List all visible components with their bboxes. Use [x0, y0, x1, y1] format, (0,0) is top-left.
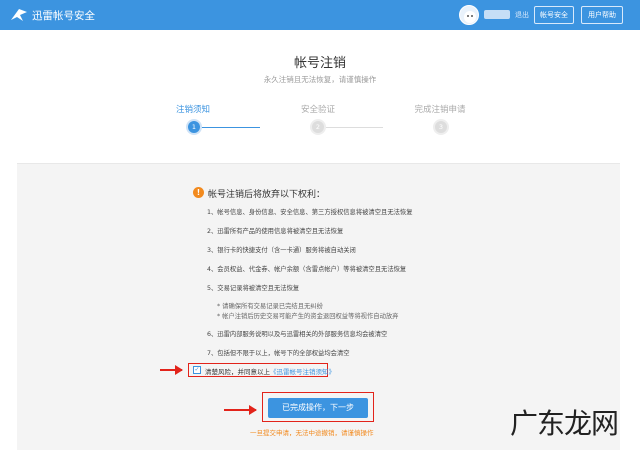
- page-title: 帐号注销: [293, 56, 346, 71]
- logout-link[interactable]: 退出: [515, 10, 529, 20]
- agree-checkbox[interactable]: ✓: [193, 366, 201, 374]
- step-connector: [323, 127, 383, 128]
- step-circle-1: 1: [188, 121, 200, 133]
- step-label-complete: 完成注销申请: [414, 105, 466, 115]
- list-note: * 帐户注销后历史交易可能产生的资金退回权益等将视作自动放弃: [217, 313, 399, 320]
- list-item: 2、迅雷所有产品的使用信息将被清空且无法恢复: [207, 228, 344, 235]
- brand-name: 迅雷帐号安全: [32, 10, 95, 22]
- avatar-face-icon: [464, 11, 476, 23]
- list-item: 7、包括但不限于以上，帐号下的全部权益均会清空: [207, 350, 350, 357]
- annotation-arrow: [224, 405, 257, 415]
- step-label-notice: 注销须知: [175, 105, 210, 115]
- list-item: 5、交易记录将被清空且无法恢复: [207, 285, 300, 292]
- warning-icon: !: [193, 187, 204, 198]
- avatar[interactable]: [459, 5, 479, 25]
- page-subtitle: 永久注销且无法恢复，请谨慎操作: [263, 75, 377, 84]
- user-help-button[interactable]: 用户帮助: [581, 6, 623, 24]
- list-note: * 请确保所有交易记录已完结且无纠纷: [217, 303, 323, 310]
- username[interactable]: 用户: [484, 10, 510, 19]
- notice-link[interactable]: 《迅雷帐号注销须知》: [270, 368, 335, 376]
- notice-heading: 帐号注销后将放弃以下权利：: [208, 190, 326, 200]
- list-item: 3、银行卡的快捷支付（含一卡通）服务将被自动关闭: [207, 247, 356, 254]
- account-security-button[interactable]: 帐号安全: [534, 6, 574, 24]
- top-bar: 迅雷帐号安全 用户 退出 帐号安全 用户帮助: [0, 0, 640, 30]
- step-circle-3: 3: [435, 121, 447, 133]
- step-connector-active: [200, 127, 260, 128]
- agree-label: 清楚风险，并同意以上《迅雷帐号注销须知》: [205, 366, 335, 376]
- list-item: 4、会员权益、代金券、帐户余额（含雷点帐户）等将被清空且无法恢复: [207, 266, 407, 273]
- annotation-arrow: [160, 365, 183, 375]
- step-label-verify: 安全验证: [300, 105, 335, 115]
- agree-text: 清楚风险，并同意以上: [205, 368, 270, 376]
- list-item: 6、迅雷内部服务说明以及与迅雷相关的外部服务信息均会被清空: [207, 331, 388, 338]
- xunlei-bird-logo-icon: [11, 9, 27, 21]
- step-circle-2: 2: [312, 121, 324, 133]
- list-item: 1、帐号信息、身份信息、安全信息、第三方授权信息将被清空且无法恢复: [207, 209, 413, 216]
- irreversible-warning: 一旦提交申请，无法中途撤销，请谨慎操作: [250, 429, 374, 437]
- watermark: 广东龙网: [510, 407, 619, 440]
- next-step-button[interactable]: 已完成操作，下一步: [268, 398, 368, 418]
